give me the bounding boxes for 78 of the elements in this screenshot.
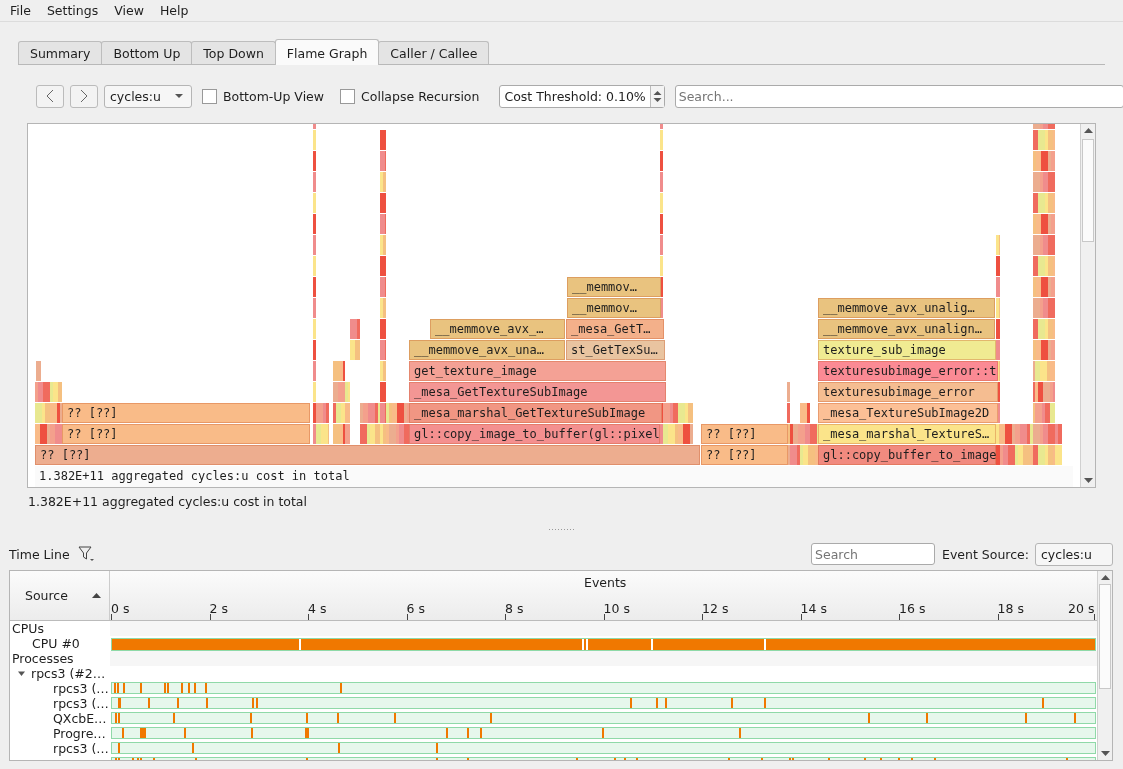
checkbox[interactable] xyxy=(201,88,217,104)
menu-item[interactable]: Settings xyxy=(46,3,99,18)
flame-frame[interactable]: texturesubimage_error xyxy=(818,382,998,402)
flame-frame[interactable]: _mesa_marshal_GetTextureSubImage xyxy=(409,403,662,423)
scrollbar-thumb[interactable] xyxy=(1082,139,1094,242)
axis-tick-label: 10 s xyxy=(603,601,630,616)
event-source-dropdown[interactable]: cycles:u xyxy=(1035,542,1113,566)
flame-frame[interactable]: _mesa_GetT… xyxy=(566,319,664,339)
flame-frame[interactable]: __memmove_avx_unalig… xyxy=(818,298,995,318)
scrollbar-thumb[interactable] xyxy=(1099,584,1111,689)
flame-frame[interactable]: __memmove_avx_una… xyxy=(409,340,565,360)
axis-tick-label: 18 s xyxy=(997,601,1024,616)
checkbox-label[interactable]: Collapse Recursion xyxy=(361,88,480,104)
tab[interactable]: Caller / Callee xyxy=(378,41,490,64)
cpu-label[interactable]: CPU #0 xyxy=(32,636,80,651)
thread-label[interactable]: Progre… xyxy=(53,726,106,741)
flame-frame[interactable]: __memmov… xyxy=(567,277,661,297)
flame-frame[interactable]: st_GetTexSu… xyxy=(566,340,665,360)
axis-tick-label: 16 s xyxy=(899,601,926,616)
menu-item[interactable]: File xyxy=(10,3,31,18)
column-header[interactable]: Source xyxy=(10,571,110,620)
event-type-dropdown[interactable]: cycles:u xyxy=(104,84,192,108)
scroll-up-icon[interactable] xyxy=(1083,128,1093,133)
axis-tick-label: 6 s xyxy=(406,601,425,616)
thread-label[interactable]: rpcs3 (… xyxy=(53,696,109,711)
flame-frame[interactable]: ?? [??] xyxy=(62,424,310,444)
flame-frame[interactable]: _mesa_GetTextureSubImage xyxy=(409,382,666,402)
spin-arrows-icon xyxy=(652,88,662,104)
flame-frame[interactable]: ?? [??] xyxy=(35,445,700,465)
menu-item[interactable]: Help xyxy=(159,3,189,18)
flame-frame[interactable]: gl::copy_image_to_buffer(gl::pixel xyxy=(409,424,660,444)
axis-tick-label: 12 s xyxy=(702,601,729,616)
flame-frame[interactable]: __memmove_avx_unalign… xyxy=(818,319,995,339)
sort-ascending-icon xyxy=(92,593,101,598)
axis-tick-label: 2 s xyxy=(209,601,228,616)
event-source-label: Event Source: xyxy=(942,546,1029,562)
flame-frame[interactable]: __memmove_avx_… xyxy=(430,319,565,339)
flame-frame[interactable]: texture_sub_image xyxy=(818,340,996,360)
search-field[interactable]: Search xyxy=(811,543,936,565)
flame-frame[interactable]: texturesubimage_error::t xyxy=(818,361,998,381)
scroll-down-icon[interactable] xyxy=(1100,751,1110,756)
dropdown-arrow-icon xyxy=(174,94,183,98)
flame-frame[interactable]: _mesa_marshal_TextureS… xyxy=(818,424,996,444)
tab[interactable]: Flame Graph xyxy=(274,39,380,65)
search-field[interactable]: Search... xyxy=(674,84,1123,108)
expanded-arrow-icon[interactable] xyxy=(18,670,25,677)
column-header[interactable]: Events xyxy=(584,575,627,590)
flame-frame[interactable]: _mesa_TextureSubImage2D xyxy=(818,403,998,423)
flame-frame[interactable]: gl::copy_buffer_to_image xyxy=(818,445,996,465)
chevron-left-icon xyxy=(46,89,54,103)
flame-frame[interactable]: __memmov… xyxy=(567,298,661,318)
menu-item[interactable]: View xyxy=(114,3,144,18)
total-cost-text: 1.382E+11 aggregated cycles:u cost in total xyxy=(35,466,1073,487)
checkbox-label[interactable]: Bottom-Up View xyxy=(222,88,325,104)
thread-label[interactable]: QXcbE… xyxy=(53,711,107,726)
axis-tick-label: 14 s xyxy=(800,601,827,616)
chevron-right-icon xyxy=(80,89,88,103)
flame-frame[interactable]: ?? [??] xyxy=(701,424,788,444)
tab[interactable]: Summary xyxy=(18,41,103,64)
tab[interactable]: Bottom Up xyxy=(101,41,193,64)
scroll-down-icon[interactable] xyxy=(1083,478,1093,483)
thread-label[interactable]: rpcs3 (… xyxy=(53,681,109,696)
axis-tick-label: 8 s xyxy=(505,601,524,616)
cost-threshold-spinbox[interactable]: Cost Threshold: 0.10% xyxy=(499,84,665,108)
flame-frame[interactable]: ?? [??] xyxy=(701,445,788,465)
checkbox[interactable] xyxy=(340,88,356,104)
process-label[interactable]: rpcs3 (#2… xyxy=(31,666,106,681)
scroll-up-icon[interactable] xyxy=(1100,575,1110,580)
total-cost-text: 1.382E+11 aggregated cycles:u cost in total xyxy=(28,494,308,509)
thread-label[interactable]: rpcs3 (… xyxy=(53,741,109,756)
flame-frame[interactable]: ?? [??] xyxy=(62,403,310,423)
timeline-title: Time Line xyxy=(9,546,70,562)
axis-tick-label: 0 s xyxy=(111,601,130,616)
tab[interactable]: Top Down xyxy=(191,41,276,64)
axis-tick-label: 20 s xyxy=(1068,601,1095,616)
axis-tick-label: 4 s xyxy=(308,601,327,616)
filter-icon[interactable] xyxy=(77,546,95,562)
flame-frame[interactable]: get_texture_image xyxy=(409,361,666,381)
